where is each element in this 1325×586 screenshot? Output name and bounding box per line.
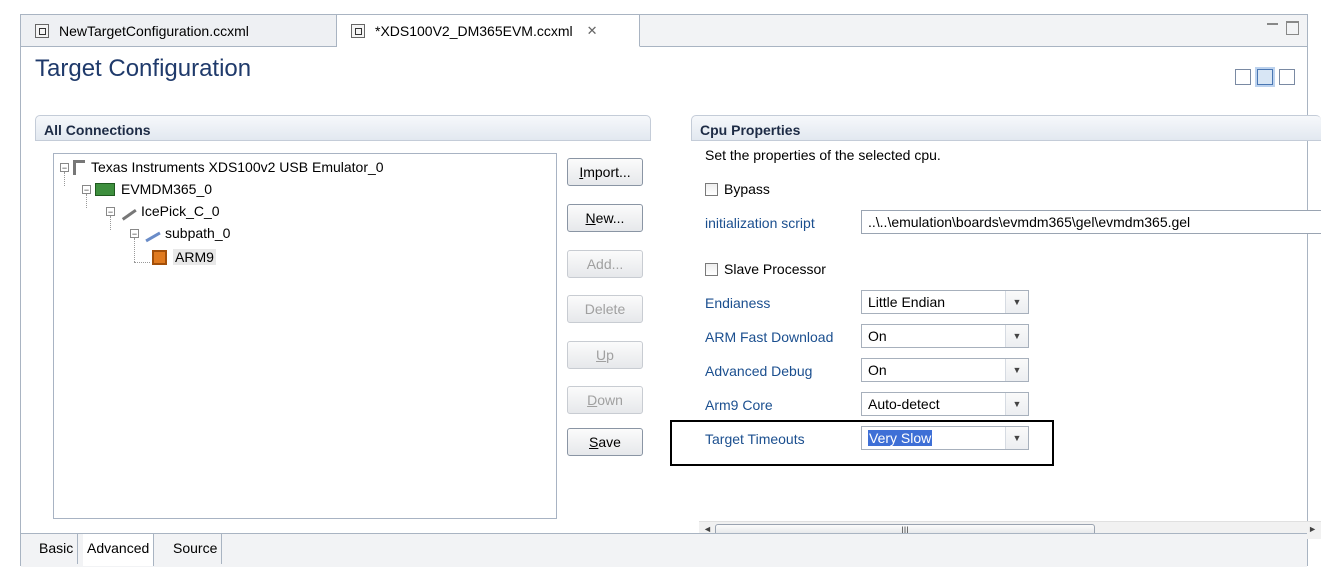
init-script-field[interactable]: ..\..\emulation\boards\evmdm365\gel\evmd… [861, 210, 1321, 234]
collapse-toggle-icon[interactable]: − [82, 184, 91, 194]
down-button[interactable]: Down [567, 386, 643, 414]
select-value: On [868, 328, 887, 344]
scroll-right-icon[interactable]: ► [1308, 524, 1317, 534]
button-label: mport... [583, 164, 631, 180]
mnemonic: S [589, 434, 599, 450]
chevron-down-icon[interactable]: ▼ [1005, 325, 1028, 347]
emulator-icon [73, 159, 85, 175]
tab-basic[interactable]: Basic [35, 534, 79, 564]
endianess-select[interactable]: Little Endian ▼ [861, 290, 1029, 314]
button-label: ave [598, 434, 621, 450]
slave-processor-checkbox[interactable]: Slave Processor [705, 261, 826, 277]
tab-label: *XDS100V2_DM365EVM.ccxml [375, 22, 573, 39]
tree-node-label: ARM9 [173, 249, 216, 265]
collapse-icon[interactable] [1235, 69, 1251, 85]
tab-label: NewTargetConfiguration.ccxml [59, 22, 249, 39]
arm-fast-download-select[interactable]: On ▼ [861, 324, 1029, 348]
tree-node-label: EVMDM365_0 [121, 181, 213, 197]
checkbox-box[interactable] [705, 182, 718, 196]
collapse-toggle-icon[interactable]: − [60, 162, 69, 172]
button-label: own [597, 392, 623, 408]
tree-node-label: Texas Instruments XDS100v2 USB Emulator_… [91, 159, 384, 175]
tree-node-label: subpath_0 [165, 225, 231, 241]
button-label: ew... [595, 210, 625, 226]
chevron-down-icon[interactable]: ▼ [1005, 393, 1028, 415]
cpu-properties-section: Cpu Properties Set the properties of the… [691, 115, 1321, 555]
highlight-box [670, 420, 1054, 466]
add-button[interactable]: Add... [567, 250, 643, 278]
mnemonic: D [587, 392, 598, 408]
tab-source[interactable]: Source [169, 534, 223, 564]
mnemonic: N [585, 210, 596, 226]
section-description: Set the properties of the selected cpu. [705, 147, 941, 163]
init-script-label: initialization script [705, 215, 815, 231]
connections-tree[interactable]: − Texas Instruments XDS100v2 USB Emulato… [53, 153, 557, 519]
select-value: Auto-detect [868, 396, 940, 412]
tab-advanced[interactable]: Advanced [83, 534, 155, 566]
collapse-toggle-icon[interactable]: − [106, 206, 115, 216]
tab-xds100v2-dm365evm[interactable]: *XDS100V2_DM365EVM.ccxml ✕ [337, 15, 640, 47]
mnemonic: U [596, 347, 607, 363]
editor-tab-bar: NewTargetConfiguration.ccxml *XDS100V2_D… [21, 15, 1307, 47]
checkbox-label: Bypass [724, 181, 770, 197]
tab-new-target-configuration[interactable]: NewTargetConfiguration.ccxml [21, 15, 337, 46]
subpath-icon [141, 224, 161, 242]
up-button[interactable]: Up [567, 341, 643, 369]
advanced-debug-select[interactable]: On ▼ [861, 358, 1029, 382]
tree-node-label: IcePick_C_0 [141, 203, 220, 219]
checkbox-box[interactable] [705, 262, 718, 276]
ccxml-file-icon [351, 23, 365, 38]
import-button[interactable]: Import... [567, 158, 643, 186]
tree-node-icepick[interactable]: − IcePick_C_0 [106, 200, 220, 222]
select-value: Little Endian [868, 294, 946, 310]
all-connections-section: All Connections − Texas Instruments XDS1… [35, 115, 651, 555]
save-button[interactable]: Save [567, 428, 643, 456]
chevron-down-icon[interactable]: ▼ [1005, 359, 1028, 381]
checkbox-label: Slave Processor [724, 261, 826, 277]
board-icon [95, 182, 115, 196]
delete-button[interactable]: Delete [567, 295, 643, 323]
vertical-layout-icon[interactable] [1279, 69, 1295, 85]
tree-line [134, 262, 150, 263]
page-title: Target Configuration [35, 55, 252, 82]
icepick-icon [117, 201, 137, 221]
ccxml-file-icon [35, 23, 49, 38]
layout-toggle-group [1235, 69, 1295, 85]
arm-fast-download-label: ARM Fast Download [705, 329, 834, 345]
section-title: Cpu Properties [691, 115, 1321, 141]
cpu-icon [152, 249, 167, 265]
maximize-icon[interactable] [1286, 21, 1299, 35]
chevron-down-icon[interactable]: ▼ [1005, 291, 1028, 313]
editor-panel: NewTargetConfiguration.ccxml *XDS100V2_D… [20, 14, 1321, 567]
close-tab-icon[interactable]: ✕ [587, 23, 598, 39]
window-controls [1267, 21, 1299, 35]
endianess-label: Endianess [705, 295, 771, 311]
collapse-toggle-icon[interactable]: − [130, 228, 139, 238]
arm9-core-select[interactable]: Auto-detect ▼ [861, 392, 1029, 416]
select-value: On [868, 362, 887, 378]
new-button[interactable]: New... [567, 204, 643, 232]
tree-node-subpath[interactable]: − subpath_0 [130, 222, 230, 244]
bottom-tab-bar: Basic Advanced Source [21, 533, 1307, 567]
tree-node-emulator[interactable]: − Texas Instruments XDS100v2 USB Emulato… [60, 156, 384, 178]
horizontal-layout-icon[interactable] [1257, 69, 1273, 85]
tree-node-board[interactable]: − EVMDM365_0 [82, 178, 212, 200]
button-label: p [606, 347, 614, 363]
minimize-icon[interactable] [1267, 23, 1278, 33]
tree-node-arm9[interactable]: ARM9 [152, 246, 216, 268]
arm9-core-label: Arm9 Core [705, 397, 773, 413]
section-title: All Connections [35, 115, 651, 141]
advanced-debug-label: Advanced Debug [705, 363, 813, 379]
bypass-checkbox[interactable]: Bypass [705, 181, 770, 197]
